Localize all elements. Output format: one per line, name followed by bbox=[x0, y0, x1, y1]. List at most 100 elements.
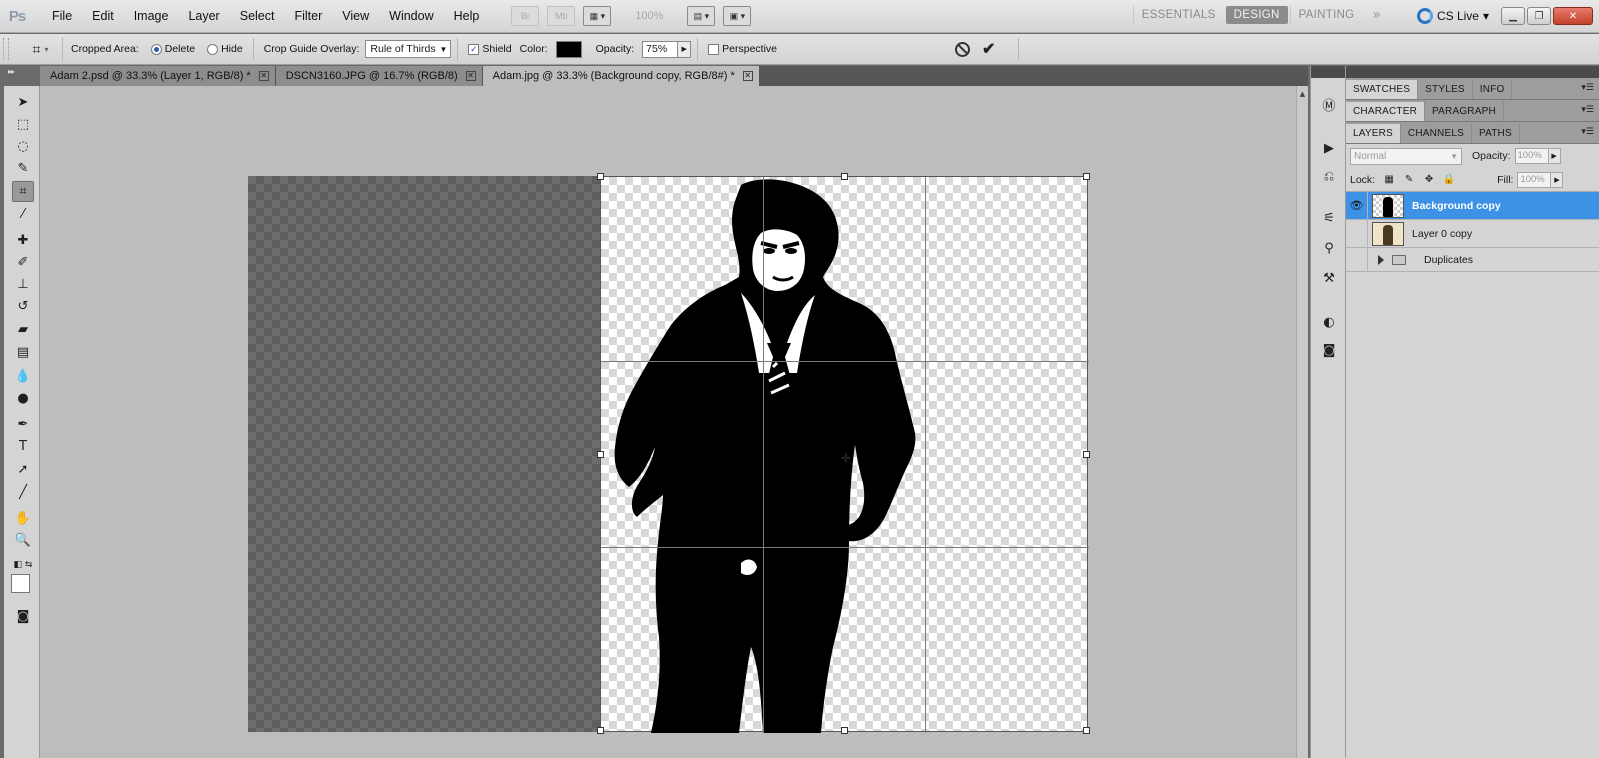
toolbar-collapse-icon[interactable]: ▸▸ bbox=[8, 67, 15, 76]
crop-handle-top[interactable] bbox=[841, 173, 848, 180]
history-brush-icon[interactable]: ↺ bbox=[12, 296, 34, 317]
menu-view[interactable]: View bbox=[332, 0, 379, 33]
layer-opacity-input[interactable]: 100% bbox=[1514, 148, 1549, 164]
tab-styles[interactable]: STYLES bbox=[1418, 80, 1473, 99]
tab-layers[interactable]: LAYERS bbox=[1346, 124, 1401, 143]
crop-handle-top-right[interactable] bbox=[1083, 173, 1090, 180]
workspace-design[interactable]: DESIGN bbox=[1225, 6, 1288, 24]
close-icon[interactable]: ✕ bbox=[258, 71, 269, 81]
crop-box[interactable]: ✛ bbox=[597, 173, 1090, 734]
minimize-button[interactable]: ▁ bbox=[1501, 7, 1525, 25]
adjustments-icon[interactable]: ◐ bbox=[1319, 312, 1339, 332]
marquee-icon[interactable]: ⬚ bbox=[12, 114, 34, 135]
crop-handle-right[interactable] bbox=[1083, 451, 1090, 458]
crop-handle-bottom-left[interactable] bbox=[597, 727, 604, 734]
crop-handle-bottom[interactable] bbox=[841, 727, 848, 734]
tab-adam-jpg[interactable]: Adam.jpg @ 33.3% (Background copy, RGB/8… bbox=[482, 66, 760, 86]
menu-window[interactable]: Window bbox=[379, 0, 443, 33]
tab-adam-2-psd[interactable]: Adam 2.psd @ 33.3% (Layer 1, RGB/8) * ✕ bbox=[40, 66, 276, 86]
perspective-checkbox[interactable] bbox=[708, 43, 720, 55]
hide-radio[interactable] bbox=[207, 43, 219, 55]
close-window-button[interactable]: ✕ bbox=[1553, 7, 1593, 25]
workspace-essentials[interactable]: ESSENTIALS bbox=[1132, 6, 1224, 24]
path-select-icon[interactable]: ➚ bbox=[12, 459, 34, 480]
crop-handle-top-left[interactable] bbox=[597, 173, 604, 180]
view-extras-button[interactable]: ▦ ▾ bbox=[583, 6, 612, 26]
tool-presets-icon[interactable]: ⚒ bbox=[1319, 268, 1339, 288]
menu-edit[interactable]: Edit bbox=[82, 0, 124, 33]
type-icon[interactable]: T bbox=[12, 436, 34, 457]
gradient-icon[interactable]: ▤ bbox=[12, 342, 34, 363]
pen-icon[interactable]: ✒ bbox=[12, 414, 34, 435]
lock-position-icon[interactable]: ✥ bbox=[1423, 174, 1435, 186]
options-grip[interactable] bbox=[3, 38, 9, 60]
fill-input[interactable]: 100% bbox=[1517, 171, 1552, 188]
menu-image[interactable]: Image bbox=[124, 0, 179, 33]
layer-row-duplicates[interactable]: Duplicates bbox=[1346, 247, 1599, 272]
eye-hidden-icon[interactable] bbox=[1346, 247, 1368, 272]
eyedropper-icon[interactable]: ⁄ bbox=[12, 204, 34, 225]
default-colors-icon[interactable]: ◧ ⇆ bbox=[12, 554, 34, 575]
shield-color-swatch[interactable] bbox=[555, 40, 582, 58]
arrange-documents-button[interactable]: ▤ ▾ bbox=[687, 6, 716, 26]
menu-help[interactable]: Help bbox=[444, 0, 490, 33]
crop-icon[interactable]: ⌗ bbox=[12, 181, 34, 202]
vertical-scrollbar[interactable]: ▲ bbox=[1296, 86, 1308, 758]
cancel-crop-icon[interactable] bbox=[955, 41, 970, 57]
document-canvas-area[interactable]: ✛ bbox=[40, 86, 1296, 758]
delete-radio[interactable] bbox=[150, 43, 162, 55]
layer-opacity-arrow[interactable]: ▶ bbox=[1548, 148, 1561, 164]
brush-icon[interactable]: ✐ bbox=[12, 252, 34, 273]
tool-preset-picker[interactable]: ⌗ ▾ bbox=[19, 37, 63, 61]
close-icon[interactable]: ✕ bbox=[465, 71, 476, 81]
zoom-icon[interactable]: 🔍 bbox=[12, 530, 34, 551]
tab-info[interactable]: INFO bbox=[1473, 80, 1513, 99]
crop-center-crosshair-icon[interactable]: ✛ bbox=[841, 451, 851, 465]
screen-mode-button[interactable]: ▣ ▾ bbox=[723, 6, 752, 26]
menu-layer[interactable]: Layer bbox=[178, 0, 229, 33]
workspace-more-icon[interactable]: » bbox=[1364, 7, 1389, 23]
tab-paths[interactable]: PATHS bbox=[1472, 124, 1520, 143]
lasso-icon[interactable]: ◌ bbox=[12, 136, 34, 157]
brush-presets-icon[interactable]: ⚟ bbox=[1319, 208, 1339, 228]
color-swatches[interactable] bbox=[11, 574, 39, 601]
blur-icon[interactable]: 💧 bbox=[12, 366, 34, 387]
eye-icon[interactable]: 👁 bbox=[1346, 191, 1368, 220]
crop-handle-left[interactable] bbox=[597, 451, 604, 458]
masks-icon[interactable]: ◙ bbox=[1319, 340, 1339, 360]
line-icon[interactable]: ╱ bbox=[12, 482, 34, 503]
fill-arrow[interactable]: ▶ bbox=[1551, 171, 1564, 188]
tab-character[interactable]: CHARACTER bbox=[1346, 102, 1426, 121]
move-icon[interactable]: ➤ bbox=[12, 92, 34, 113]
menu-select[interactable]: Select bbox=[230, 0, 285, 33]
restore-button[interactable]: ❐ bbox=[1527, 7, 1551, 25]
layer-row-layer-0-copy[interactable]: Layer 0 copy bbox=[1346, 219, 1599, 248]
tab-channels[interactable]: CHANNELS bbox=[1401, 124, 1472, 143]
zoom-level[interactable]: 100% bbox=[619, 10, 679, 22]
healing-brush-icon[interactable]: ✚ bbox=[12, 230, 34, 251]
quick-mask-icon[interactable]: ◙ bbox=[12, 606, 34, 627]
clone-stamp-icon[interactable]: ⊥ bbox=[12, 274, 34, 295]
lock-transparent-pixels-icon[interactable]: ▦ bbox=[1383, 174, 1395, 186]
lock-all-icon[interactable]: 🔒 bbox=[1443, 174, 1455, 186]
shield-checkbox[interactable]: ✓ bbox=[468, 43, 480, 55]
mini-bridge-button[interactable]: Mb bbox=[547, 6, 576, 26]
menu-filter[interactable]: Filter bbox=[284, 0, 332, 33]
panel-menu-icon[interactable]: ▾☰ bbox=[1581, 105, 1594, 115]
workspace-painting[interactable]: PAINTING bbox=[1289, 6, 1363, 24]
clone-source-icon[interactable]: ⚲ bbox=[1319, 238, 1339, 258]
quick-select-icon[interactable]: ✎ bbox=[12, 158, 34, 179]
foreground-color-swatch[interactable] bbox=[11, 574, 30, 593]
dodge-icon[interactable]: ● bbox=[12, 388, 34, 409]
panel-menu-icon[interactable]: ▾☰ bbox=[1581, 83, 1594, 93]
shield-opacity-input[interactable]: 75% bbox=[642, 40, 679, 58]
crop-guide-overlay-select[interactable]: Rule of Thirds ▼ bbox=[365, 40, 452, 58]
bridge-button[interactable]: Br bbox=[511, 6, 540, 26]
blend-mode-select[interactable]: Normal ▼ bbox=[1350, 147, 1462, 165]
layer-row-background-copy[interactable]: 👁 Background copy bbox=[1346, 191, 1599, 220]
tab-dscn3160-jpg[interactable]: DSCN3160.JPG @ 16.7% (RGB/8) ✕ bbox=[275, 66, 483, 86]
tab-paragraph[interactable]: PARAGRAPH bbox=[1425, 102, 1504, 121]
panel-menu-icon[interactable]: ▾☰ bbox=[1581, 127, 1594, 137]
scroll-up-icon[interactable]: ▲ bbox=[1297, 86, 1308, 98]
tab-swatches[interactable]: SWATCHES bbox=[1346, 80, 1419, 99]
